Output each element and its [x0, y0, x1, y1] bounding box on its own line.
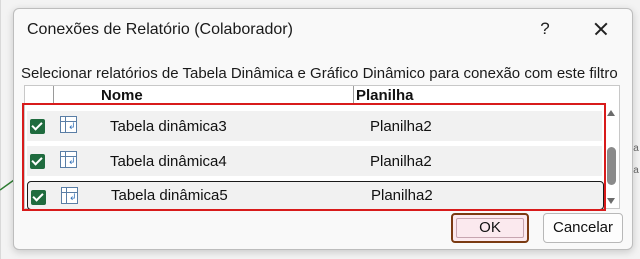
close-icon[interactable]: [589, 17, 613, 41]
row-sheet: Planilha2: [370, 118, 432, 135]
pivot-table-icon: ↲: [61, 187, 78, 204]
checkbox-checked-icon[interactable]: [31, 190, 46, 205]
row-name: Tabela dinâmica4: [110, 153, 227, 170]
ok-button[interactable]: OK: [451, 213, 529, 243]
column-header-name[interactable]: Nome: [95, 86, 354, 105]
column-separator: [53, 86, 54, 104]
background-divider: [0, 0, 1, 259]
vertical-scrollbar[interactable]: [605, 105, 618, 208]
table-row-focused[interactable]: ↲ Tabela dinâmica5 Planilha2: [27, 181, 604, 210]
table-row[interactable]: ↲ Tabela dinâmica4 Planilha2: [27, 146, 602, 176]
pivot-table-icon: ↲: [60, 116, 77, 133]
row-sheet: Planilha2: [371, 187, 433, 204]
reports-table: Nome Planilha ↲ Tabela dinâmica3 Planilh…: [24, 85, 620, 210]
column-header-name-label: Nome: [101, 87, 143, 104]
scroll-down-arrow-icon[interactable]: [607, 198, 615, 204]
checkbox-checked-icon[interactable]: [30, 119, 45, 134]
row-sheet: Planilha2: [370, 153, 432, 170]
checkbox-checked-icon[interactable]: [30, 154, 45, 169]
ok-button-label: OK: [479, 219, 501, 236]
pivot-table-icon: ↲: [60, 151, 77, 168]
column-header-sheet-label: Planilha: [356, 87, 414, 104]
instruction-text: Selecionar relatórios de Tabela Dinâmica…: [21, 65, 618, 82]
dialog-title: Conexões de Relatório (Colaborador): [27, 21, 293, 38]
column-header-sheet[interactable]: Planilha: [354, 86, 603, 105]
help-button[interactable]: ?: [537, 19, 553, 39]
cancel-button[interactable]: Cancelar: [543, 213, 623, 243]
scrollbar-thumb[interactable]: [607, 147, 616, 185]
scroll-up-arrow-icon[interactable]: [607, 110, 615, 116]
row-name: Tabela dinâmica5: [111, 187, 228, 204]
row-name: Tabela dinâmica3: [110, 118, 227, 135]
column-header-select: [25, 86, 96, 105]
background-chart-line: [0, 179, 14, 191]
report-connections-dialog: Conexões de Relatório (Colaborador) ? Se…: [13, 8, 633, 250]
table-row[interactable]: ↲ Tabela dinâmica3 Planilha2: [27, 111, 602, 141]
